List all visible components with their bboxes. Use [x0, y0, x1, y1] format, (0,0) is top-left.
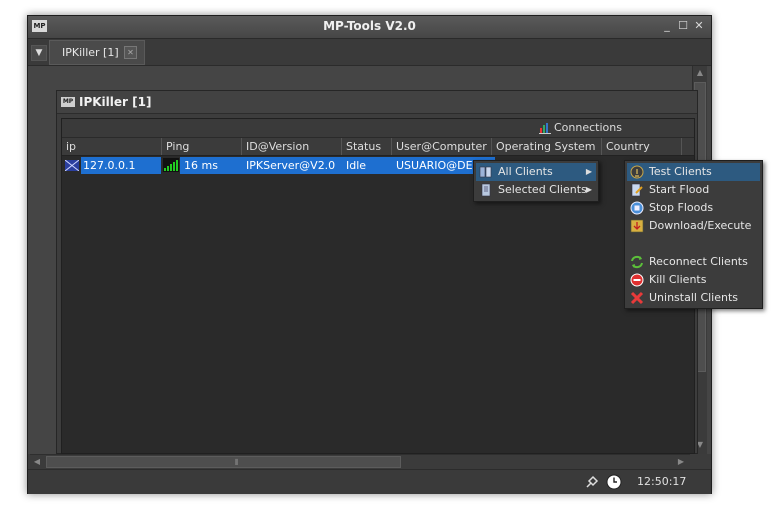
menu-item-label: Start Flood: [649, 183, 710, 196]
menu-item-label: Uninstall Clients: [649, 291, 739, 304]
title-bar[interactable]: MP MP-Tools V2.0 _ ☐ ✕: [28, 16, 711, 39]
column-user-computer[interactable]: User@Computer: [392, 138, 492, 155]
cell-id-version: IPKServer@V2.0: [242, 157, 342, 174]
grid-header: ip Ping ID@Version Status User@Computer …: [62, 138, 694, 156]
ipkiller-title: IPKiller [1]: [79, 95, 152, 109]
cell-status: Idle: [342, 157, 392, 174]
scroll-up-icon[interactable]: ▲: [693, 66, 707, 80]
download-icon: [630, 219, 644, 233]
column-ping[interactable]: Ping: [162, 138, 242, 155]
maximize-button[interactable]: ☐: [676, 19, 690, 33]
plug-icon[interactable]: [584, 474, 600, 490]
menu-item-selected-clients[interactable]: Selected Clients ▶: [476, 181, 596, 199]
column-operating-system[interactable]: Operating System: [492, 138, 602, 155]
table-row[interactable]: 127.0.0.1 16 ms IPKServer@V2.0 Idle USUA…: [62, 157, 694, 175]
submenu: Test Clients Start Flood Stop Floods Dow…: [624, 160, 763, 309]
status-clock: 12:50:17: [637, 475, 687, 488]
refresh-icon: [631, 255, 643, 269]
cell-ip: 127.0.0.1: [81, 157, 161, 174]
window-title: MP-Tools V2.0: [323, 19, 416, 33]
menu-item-label: Stop Floods: [649, 201, 714, 214]
tab-ipkiller[interactable]: IPKiller [1] ✕: [49, 40, 145, 65]
edit-icon: [631, 183, 643, 197]
connections-toolbar: Connections: [62, 119, 694, 137]
horizontal-scrollbar[interactable]: ◀ ⦀ ▶: [30, 454, 690, 469]
tab-strip: ▼ IPKiller [1] ✕: [28, 39, 711, 66]
ipkiller-title-bar[interactable]: MP IPKiller [1]: [57, 91, 697, 114]
main-window: MP MP-Tools V2.0 _ ☐ ✕ ▼ IPKiller [1] ✕ …: [27, 15, 712, 494]
connections-label[interactable]: Connections: [554, 121, 622, 134]
ipkiller-window: MP IPKiller [1] Connections ip Ping ID@V…: [56, 90, 698, 454]
signal-strength-icon: [163, 158, 179, 172]
clients-panel: Connections ip Ping ID@Version Status Us…: [61, 118, 695, 454]
menu-item-stop-floods[interactable]: Stop Floods: [627, 199, 760, 217]
tab-list-dropdown-icon[interactable]: ▼: [31, 45, 47, 61]
tab-close-icon[interactable]: ✕: [124, 46, 137, 59]
tab-label: IPKiller [1]: [62, 46, 119, 59]
menu-item-label: Test Clients: [649, 165, 712, 178]
signal-icon: [630, 165, 644, 179]
submenu-arrow-icon: ▶: [585, 167, 592, 176]
menu-item-start-flood[interactable]: Start Flood: [627, 181, 760, 199]
column-status[interactable]: Status: [342, 138, 392, 155]
scroll-left-icon[interactable]: ◀: [30, 455, 44, 469]
menu-item-download-execute[interactable]: Download/Execute: [627, 217, 760, 235]
cell-ping: 16 ms: [180, 157, 246, 174]
menu-item-label: Kill Clients: [649, 273, 707, 286]
scroll-grip-icon: ⦀: [235, 458, 239, 467]
menu-item-label: Reconnect Clients: [649, 255, 748, 268]
status-bar: 12:50:17: [28, 469, 711, 494]
minimize-button[interactable]: _: [660, 19, 674, 33]
close-button[interactable]: ✕: [692, 19, 706, 33]
context-menu: All Clients ▶ Selected Clients ▶: [473, 160, 599, 202]
flag-icon: [65, 160, 79, 171]
inner-logo-icon: MP: [61, 97, 75, 107]
clock-icon: [606, 474, 622, 490]
stop-icon: [630, 201, 644, 215]
column-ip[interactable]: ip: [62, 138, 162, 155]
menu-item-test-clients[interactable]: Test Clients: [627, 163, 760, 181]
scroll-right-icon[interactable]: ▶: [674, 455, 688, 469]
horizontal-scroll-thumb[interactable]: ⦀: [46, 456, 401, 468]
menu-item-label: Download/Execute: [649, 219, 752, 232]
menu-item-label: All Clients: [498, 165, 553, 178]
menu-item-all-clients[interactable]: All Clients ▶: [476, 163, 596, 181]
book-icon: [479, 166, 492, 178]
column-id-version[interactable]: ID@Version: [242, 138, 342, 155]
menu-item-label: Selected Clients: [498, 183, 587, 196]
menu-item-uninstall-clients[interactable]: Uninstall Clients: [627, 289, 760, 307]
submenu-arrow-icon: ▶: [585, 185, 592, 194]
bar-chart-icon: [539, 123, 551, 134]
menu-item-reconnect-clients[interactable]: Reconnect Clients: [627, 253, 760, 271]
document-icon: [481, 183, 491, 197]
x-mark-icon: [630, 291, 644, 305]
no-entry-icon: [630, 273, 644, 287]
column-country[interactable]: Country: [602, 138, 682, 155]
menu-item-kill-clients[interactable]: Kill Clients: [627, 271, 760, 289]
